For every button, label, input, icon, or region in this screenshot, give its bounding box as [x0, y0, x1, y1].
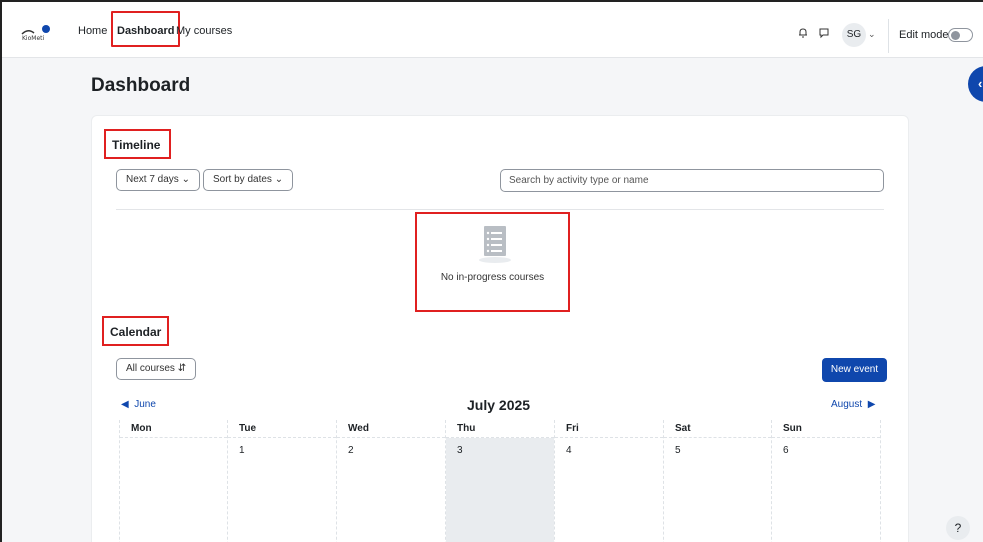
current-month-title: July 2025 — [467, 397, 531, 413]
arrow-left-icon: ◀ — [121, 399, 135, 410]
weekday-header: Thu — [446, 420, 554, 438]
next-month-link[interactable]: August ▶ — [831, 399, 875, 410]
calendar-column: Sun 6 — [772, 420, 881, 542]
calendar-day-cell[interactable]: 5 — [664, 438, 771, 542]
calendar-day-cell[interactable]: 4 — [555, 438, 663, 542]
open-block-drawer-button[interactable]: ‹ — [968, 66, 983, 102]
arrow-right-icon: ▶ — [862, 399, 876, 410]
help-button[interactable]: ? — [946, 516, 970, 540]
site-logo[interactable]: KioMeti — [20, 24, 54, 42]
user-avatar[interactable]: SG — [842, 23, 866, 47]
calendar-column: Mon — [119, 420, 228, 542]
calendar-day-cell[interactable]: 6 — [772, 438, 880, 542]
empty-state-text: No in-progress courses — [440, 272, 545, 283]
nav-dashboard-link[interactable]: Dashboard — [111, 11, 181, 47]
next-month-label: August — [831, 399, 863, 410]
nav-my-courses-link[interactable]: My courses — [176, 25, 232, 37]
toggle-knob — [951, 31, 960, 40]
navbar-divider — [888, 19, 889, 53]
calendar-column: Fri 4 — [555, 420, 664, 542]
calendar-day-cell-today[interactable]: 3 — [446, 438, 554, 542]
calendar-grid: Mon Tue 1 Wed 2 Thu 3 Fri 4 Sat 5 Sun 6 — [119, 420, 881, 542]
logo-text: KioMeti — [22, 35, 44, 42]
chevron-down-icon: ⌄ — [181, 174, 190, 185]
nav-home-link[interactable]: Home — [78, 25, 107, 37]
calendar-day-cell[interactable] — [120, 438, 227, 542]
calendar-column: Thu 3 — [446, 420, 555, 542]
chevron-down-icon[interactable]: ⌄ — [868, 29, 876, 40]
sort-updown-icon: ⇵ — [177, 363, 187, 374]
calendar-column: Sat 5 — [664, 420, 772, 542]
calendar-day-cell[interactable]: 1 — [228, 438, 336, 542]
top-navbar: KioMeti Home Dashboard My courses SG ⌄ E… — [2, 2, 983, 58]
prev-month-label: June — [134, 399, 156, 410]
edit-mode-label: Edit mode — [899, 29, 949, 41]
timeline-divider — [116, 209, 884, 210]
weekday-header: Sun — [772, 420, 880, 438]
weekday-header: Tue — [228, 420, 336, 438]
weekday-header: Fri — [555, 420, 663, 438]
calendar-course-filter[interactable]: All courses ⇵ — [116, 358, 197, 380]
chevron-down-icon: ⌄ — [274, 174, 284, 185]
calendar-column: Tue 1 — [228, 420, 337, 542]
new-event-button[interactable]: New event — [822, 358, 887, 382]
page-title: Dashboard — [91, 75, 191, 96]
weekday-header: Sat — [664, 420, 771, 438]
edit-mode-toggle[interactable] — [948, 28, 973, 42]
timeline-heading: Timeline — [104, 129, 171, 159]
calendar-column: Wed 2 — [337, 420, 446, 542]
calendar-heading: Calendar — [102, 316, 169, 346]
chevron-left-icon: ‹ — [978, 76, 983, 91]
timeline-empty-state: No in-progress courses — [415, 212, 570, 312]
weekday-header: Wed — [337, 420, 445, 438]
timeline-sort-label: Sort by dates — [213, 174, 272, 185]
course-filter-label: All courses — [126, 363, 175, 374]
timeline-sort-dropdown[interactable]: Sort by dates ⌄ — [203, 169, 294, 191]
timeline-filter-label: Next 7 days — [126, 174, 179, 185]
prev-month-link[interactable]: ◀ June — [121, 399, 156, 410]
timeline-filter-dropdown[interactable]: Next 7 days ⌄ — [116, 169, 200, 191]
calendar-day-cell[interactable]: 2 — [337, 438, 445, 542]
bell-icon[interactable] — [797, 27, 809, 39]
weekday-header: Mon — [120, 420, 227, 438]
message-icon[interactable] — [818, 27, 830, 39]
timeline-search-input[interactable]: Search by activity type or name — [500, 169, 884, 192]
empty-list-icon — [479, 226, 511, 263]
